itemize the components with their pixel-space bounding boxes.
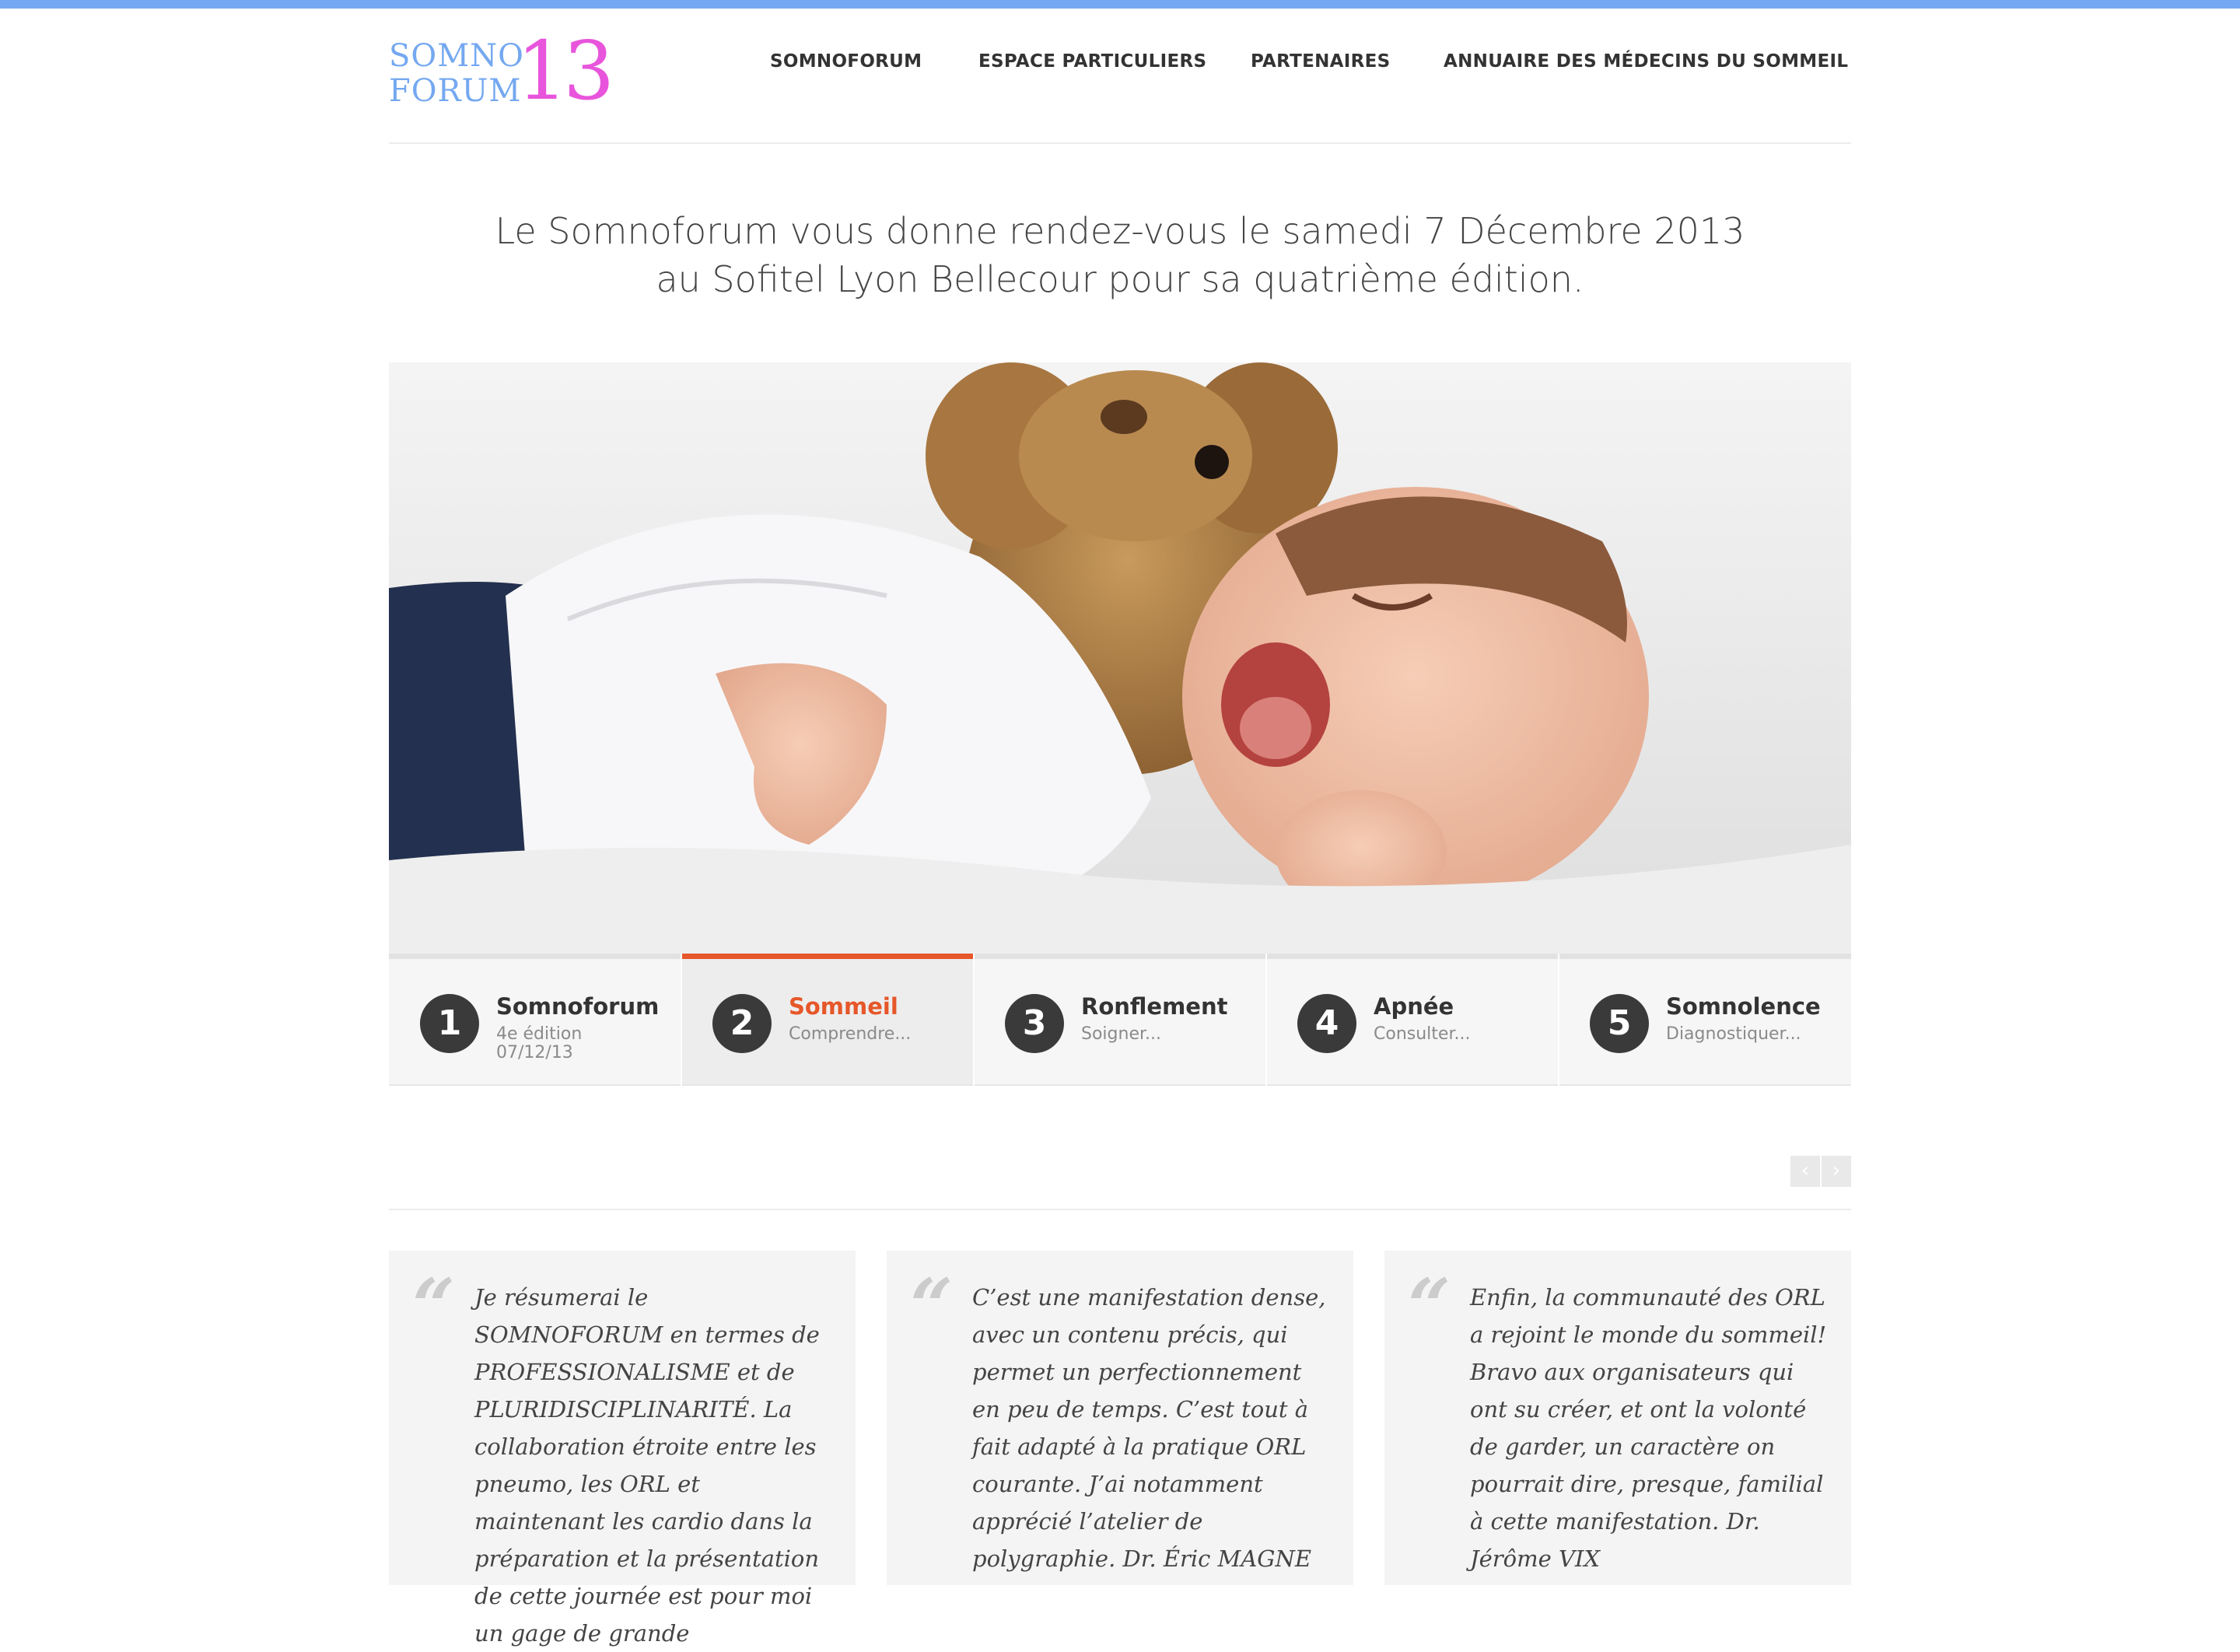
testimonial-card-2: “ C’est une manifestation dense, avec un… bbox=[887, 1251, 1353, 1585]
slider-tabs: 1 Somnoforum 4e édition 07/12/13 2 Somme… bbox=[389, 954, 1851, 1086]
headline-line-2: au Sofitel Lyon Bellecour pour sa quatri… bbox=[656, 258, 1584, 300]
quote-mark-icon: “ bbox=[910, 1262, 954, 1350]
tab-number-badge: 3 bbox=[1005, 994, 1064, 1053]
next-button[interactable]: › bbox=[1822, 1156, 1851, 1187]
tab-number-badge: 1 bbox=[420, 994, 479, 1053]
slider-tab-2[interactable]: 2 Sommeil Comprendre... bbox=[681, 954, 974, 1086]
slider-tab-4[interactable]: 4 Apnée Consulter... bbox=[1266, 954, 1559, 1086]
prev-button[interactable]: ‹ bbox=[1790, 1156, 1820, 1187]
tab-divider bbox=[1558, 954, 1559, 1086]
headline-line-1: Le Somnoforum vous donne rendez-vous le … bbox=[495, 210, 1745, 252]
testimonial-text: C’est une manifestation dense, avec un c… bbox=[972, 1284, 1326, 1572]
testimonial-card-3: “ Enfin, la communauté des ORL a rejoint… bbox=[1384, 1251, 1851, 1585]
tab-subtitle-line-2: 07/12/13 bbox=[496, 1043, 573, 1062]
tab-number-badge: 4 bbox=[1297, 994, 1356, 1053]
tab-subtitle: Consulter... bbox=[1374, 1024, 1471, 1044]
chevron-left-icon: ‹ bbox=[1801, 1159, 1810, 1182]
testimonial-nav-arrows: ‹ › bbox=[1790, 1156, 1851, 1187]
logo-number: 13 bbox=[516, 23, 614, 118]
tab-title: Apnée bbox=[1374, 993, 1454, 1020]
quote-mark-icon: “ bbox=[412, 1262, 456, 1350]
slider-tab-1[interactable]: 1 Somnoforum 4e édition 07/12/13 bbox=[389, 954, 681, 1086]
nav-item-espace-particuliers[interactable]: ESPACE PARTICULIERS bbox=[978, 51, 1206, 72]
slider-tab-3[interactable]: 3 Ronflement Soigner... bbox=[974, 954, 1266, 1086]
chevron-right-icon: › bbox=[1832, 1159, 1841, 1182]
slider-tab-5[interactable]: 5 Somnolence Diagnostiquer... bbox=[1559, 954, 1851, 1086]
tab-subtitle: 4e édition 07/12/13 bbox=[496, 1025, 582, 1062]
site-logo[interactable]: SOMNO FORUM 13 bbox=[387, 28, 621, 120]
event-headline: Le Somnoforum vous donne rendez-vous le … bbox=[389, 207, 1851, 303]
tab-title: Sommeil bbox=[789, 993, 898, 1020]
tab-divider bbox=[973, 954, 975, 1086]
tab-subtitle: Comprendre... bbox=[789, 1024, 912, 1044]
tab-divider bbox=[1265, 954, 1267, 1086]
testimonial-text: Enfin, la communauté des ORL a rejoint l… bbox=[1470, 1284, 1827, 1572]
tab-title: Ronflement bbox=[1081, 993, 1228, 1020]
tab-title: Somnoforum bbox=[496, 993, 660, 1020]
section-divider bbox=[389, 1209, 1851, 1210]
testimonial-text: Je résumerai le SOMNOFORUM en termes de … bbox=[474, 1284, 820, 1647]
logo-text-forum: FORUM bbox=[389, 73, 522, 109]
tab-number-badge: 5 bbox=[1590, 994, 1649, 1053]
testimonial-card-1: “ Je résumerai le SOMNOFORUM en termes d… bbox=[389, 1251, 856, 1647]
tab-number-badge: 2 bbox=[712, 994, 772, 1053]
tab-subtitle: Soigner... bbox=[1081, 1024, 1161, 1044]
header-divider bbox=[389, 142, 1851, 144]
hero-slide-image[interactable] bbox=[389, 362, 1851, 954]
nav-item-partenaires[interactable]: PARTENAIRES bbox=[1251, 51, 1391, 72]
nav-item-annuaire[interactable]: ANNUAIRE DES MÉDECINS DU SOMMEIL bbox=[1444, 51, 1848, 72]
tab-subtitle-line-1: 4e édition bbox=[496, 1024, 583, 1044]
quote-mark-icon: “ bbox=[1408, 1262, 1451, 1350]
hero-illustration bbox=[389, 362, 1851, 954]
top-accent-bar bbox=[0, 0, 2240, 9]
tab-title: Somnolence bbox=[1666, 993, 1821, 1020]
tab-divider bbox=[681, 954, 682, 1086]
logo-text-somno: SOMNO bbox=[389, 38, 524, 74]
nav-item-somnoforum[interactable]: SOMNOFORUM bbox=[770, 51, 922, 72]
tab-subtitle: Diagnostiquer... bbox=[1666, 1024, 1801, 1044]
